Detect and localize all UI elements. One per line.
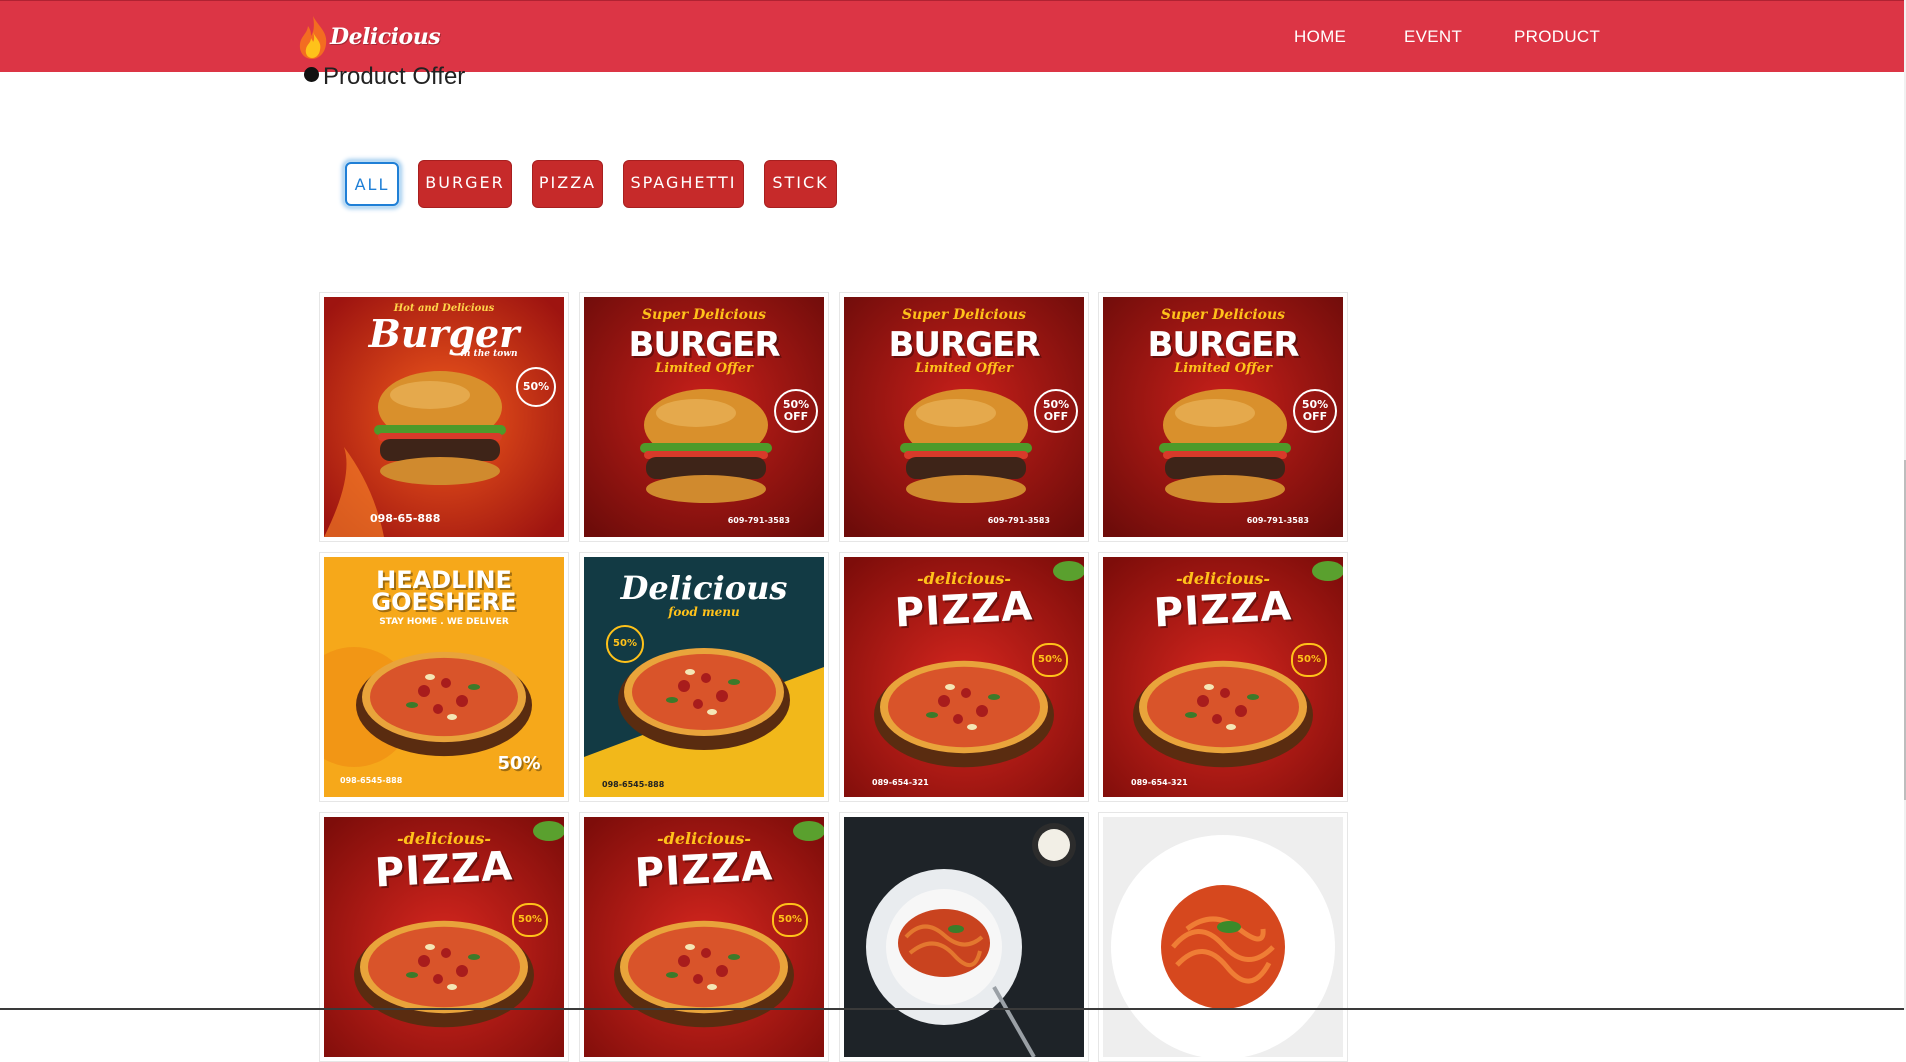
product-card-pizza[interactable]: -delicious- PIZZA 50% 089-654-321 (839, 552, 1089, 802)
subline-text: Limited Offer (655, 361, 753, 376)
brand-logo[interactable]: Delicious (296, 13, 441, 61)
top-navbar: Delicious HOME EVENT PRODUCT (0, 0, 1904, 72)
filter-burger-button[interactable]: BURGER (418, 160, 512, 208)
pizza-promo-image: -delicious- PIZZA 50% 089-654-321 (844, 557, 1084, 797)
burger-promo-image: Super Delicious BURGER Limited Offer 50%… (844, 297, 1084, 537)
nav-event-link[interactable]: EVENT (1404, 27, 1462, 47)
burger-promo-image: Super Delicious BURGER Limited Offer 50%… (584, 297, 824, 537)
pizza-promo-image: -delicious- PIZZA 50% (324, 817, 564, 1057)
discount-badge: 50% OFF (774, 389, 818, 433)
filter-pizza-button[interactable]: PIZZA (532, 160, 603, 208)
product-card-pizza[interactable]: -delicious- PIZZA 50% 089-654-321 (1098, 552, 1348, 802)
kicker-text: Super Delicious (901, 307, 1027, 323)
subline-text: Limited Offer (1174, 361, 1272, 376)
filter-stick-button[interactable]: STICK (764, 160, 837, 208)
phone-number: 609-791-3583 (727, 516, 790, 525)
nav-home-link[interactable]: HOME (1294, 27, 1346, 47)
spaghetti-promo-image (1103, 817, 1343, 1057)
kicker-text: Super Delicious (1160, 307, 1286, 323)
product-card-burger[interactable]: Super Delicious BURGER Limited Offer 50%… (1098, 292, 1348, 542)
kicker-text: Super Delicious (641, 307, 767, 323)
discount-badge: 50% (1032, 643, 1068, 677)
section-heading: Product Offer (304, 63, 465, 91)
headline-text: Delicious (620, 569, 788, 607)
subline-text: in the town (460, 349, 518, 359)
pizza-promo-image: -delicious- PIZZA 50% 089-654-321 (1103, 557, 1343, 797)
subline-text: STAY HOME . WE DELIVER (379, 617, 509, 627)
discount-badge: 50% (772, 903, 808, 937)
phone-number: 098-6545-888 (340, 776, 403, 785)
discount-badge: 50% (606, 625, 644, 663)
subline-text: food menu (668, 605, 740, 619)
product-card-burger[interactable]: Super Delicious BURGER Limited Offer 50%… (579, 292, 829, 542)
discount-badge: 50% OFF (1034, 389, 1078, 433)
product-card-burger[interactable]: Super Delicious BURGER Limited Offer 50%… (839, 292, 1089, 542)
spaghetti-promo-image (844, 817, 1084, 1057)
section-title: Product Offer (323, 63, 466, 90)
discount-badge: 50% (512, 903, 548, 937)
phone-number: 609-791-3583 (1246, 516, 1309, 525)
discount-badge: 50% (1291, 643, 1327, 677)
discount-text: 50% (497, 753, 541, 774)
brand-name: Delicious (330, 24, 441, 50)
subline-text: Limited Offer (915, 361, 1013, 376)
phone-number: 089-654-321 (1131, 778, 1188, 787)
filter-spaghetti-button[interactable]: SPAGHETTI (623, 160, 744, 208)
product-card-spaghetti[interactable] (1098, 812, 1348, 1062)
phone-number: 098-65-888 (370, 512, 441, 525)
product-card-pizza[interactable]: Delicious food menu 50% 098-6545-888 (579, 552, 829, 802)
headline-text: BURGER (1147, 325, 1299, 365)
headline-text: HEADLINE GOESHERE (371, 566, 517, 616)
burger-promo-image: Hot and Delicious Burger in the town 50%… (324, 297, 564, 537)
phone-number: 089-654-321 (872, 778, 929, 787)
phone-number: 609-791-3583 (987, 516, 1050, 525)
discount-badge: 50% OFF (1293, 389, 1337, 433)
filter-all-button[interactable]: ALL (345, 162, 399, 206)
phone-number: 098-6545-888 (602, 780, 665, 789)
product-card-burger[interactable]: Hot and Delicious Burger in the town 50%… (319, 292, 569, 542)
headline-text: BURGER (628, 325, 780, 365)
bullet-icon (304, 67, 319, 82)
product-card-pizza[interactable]: -delicious- PIZZA 50% (579, 812, 829, 1062)
headline-text: BURGER (888, 325, 1040, 365)
pizza-promo-image: HEADLINE GOESHERE STAY HOME . WE DELIVER… (324, 557, 564, 797)
pizza-promo-image: -delicious- PIZZA 50% (584, 817, 824, 1057)
pizza-promo-image: Delicious food menu 50% 098-6545-888 (584, 557, 824, 797)
product-card-pizza[interactable]: -delicious- PIZZA 50% (319, 812, 569, 1062)
product-card-pizza[interactable]: HEADLINE GOESHERE STAY HOME . WE DELIVER… (319, 552, 569, 802)
burger-promo-image: Super Delicious BURGER Limited Offer 50%… (1103, 297, 1343, 537)
flame-icon (299, 16, 327, 59)
discount-badge: 50% (516, 367, 556, 407)
product-card-spaghetti[interactable] (839, 812, 1089, 1062)
nav-product-link[interactable]: PRODUCT (1514, 27, 1600, 47)
